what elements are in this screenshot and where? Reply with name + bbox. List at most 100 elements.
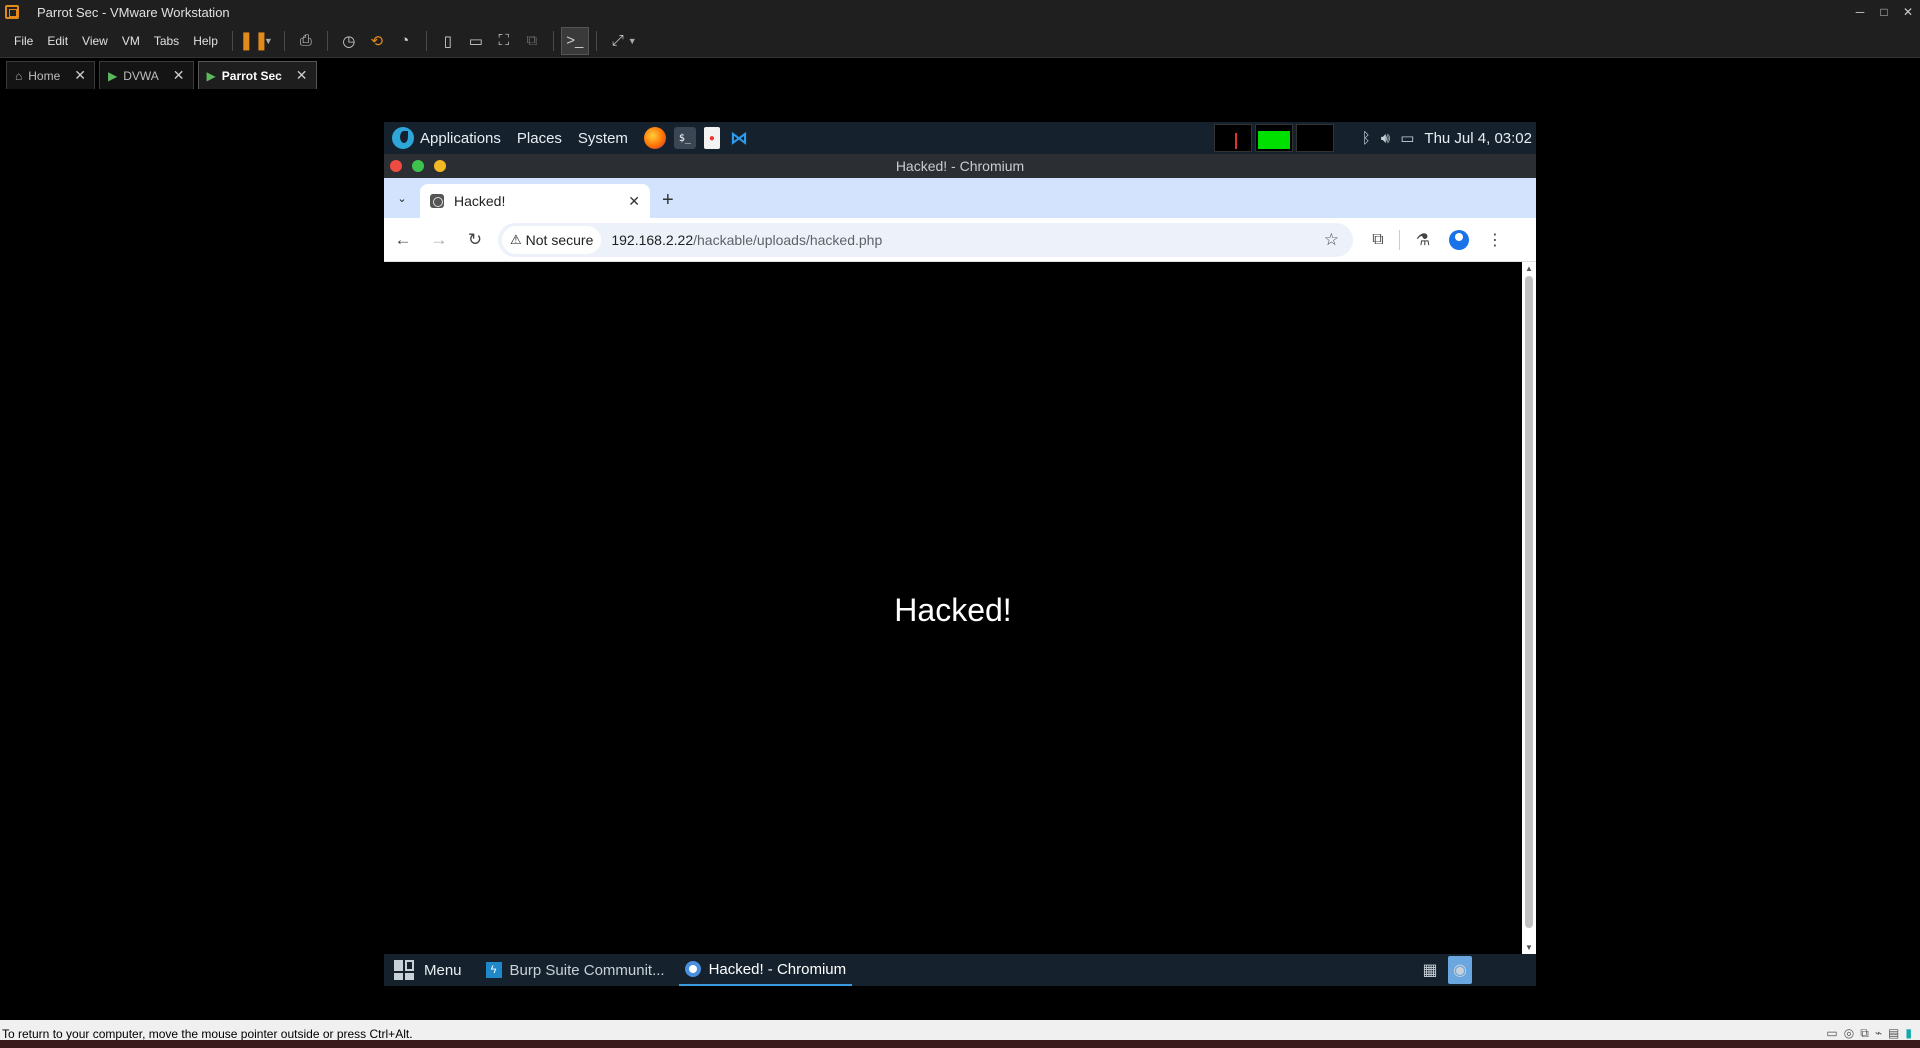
profile-icon[interactable] — [1442, 223, 1476, 257]
reload-icon[interactable]: ↻ — [458, 223, 492, 257]
device-status-icons: ▭ ◎ ⧉ ⌁ ▤ ▮ — [1826, 1026, 1912, 1041]
firefox-icon[interactable] — [643, 127, 666, 149]
address-bar[interactable]: ⚠ Not secure 192.168.2.22/hackable/uploa… — [498, 222, 1353, 257]
chromium-window-title: Hacked! - Chromium — [895, 158, 1025, 174]
new-tab-icon[interactable]: + — [662, 189, 674, 212]
chromium-window: Hacked! - Chromium ⌄ Hacked! ✕ + ← → ↻ ⚠… — [384, 154, 1536, 954]
url-path: /hackable/uploads/hacked.php — [693, 231, 883, 248]
taskbar-item-label: Hacked! - Chromium — [708, 960, 847, 978]
bluetooth-icon[interactable]: ᛒ — [1362, 130, 1371, 147]
window-title: Parrot Sec - VMware Workstation — [37, 4, 230, 20]
vm-tab-bar: ⌂ Home ✕ ▶ DVWA ✕ ▶ Parrot Sec ✕ — [0, 59, 1920, 95]
tab-dvwa[interactable]: ▶ DVWA ✕ — [99, 61, 194, 89]
tab-label: DVWA — [123, 68, 159, 83]
vscode-icon[interactable]: ⋈ — [728, 127, 750, 149]
vm-running-icon: ▶ — [206, 68, 216, 83]
scroll-down-icon[interactable]: ▼ — [1525, 943, 1533, 952]
printer-icon[interactable]: ▤ — [1888, 1026, 1899, 1041]
security-indicator[interactable]: ⚠ Not secure — [502, 225, 602, 254]
chromium-icon — [684, 961, 701, 977]
close-tab-icon[interactable]: ✕ — [173, 67, 185, 84]
menu-vm[interactable]: VM — [115, 34, 147, 48]
network-monitor[interactable] — [1295, 124, 1334, 152]
usb-icon[interactable]: ⌁ — [1875, 1026, 1882, 1041]
cd-dvd-icon[interactable]: ◎ — [1844, 1026, 1854, 1041]
terminal-icon[interactable]: $_ — [673, 127, 696, 149]
parrot-logo-icon[interactable] — [392, 127, 414, 149]
page-heading: Hacked! — [894, 592, 1012, 628]
memory-monitor[interactable] — [1254, 124, 1293, 152]
forward-icon[interactable]: → — [422, 223, 456, 257]
home-icon: ⌂ — [15, 68, 23, 83]
vertical-scrollbar[interactable]: ▲ ▼ — [1522, 262, 1536, 954]
show-library-icon[interactable]: ▯ — [434, 27, 462, 55]
toolbar-separator — [283, 30, 285, 51]
maximize-window-icon[interactable] — [412, 160, 424, 172]
network-adapter-icon[interactable]: ⧉ — [1860, 1026, 1869, 1041]
url-text[interactable]: 192.168.2.22/hackable/uploads/hacked.php — [611, 232, 882, 248]
snapshot-icon[interactable]: ◷ — [335, 27, 363, 55]
clock[interactable]: Thu Jul 4, 03:02 — [1424, 130, 1532, 147]
taskbar-menu-button[interactable]: Menu — [424, 962, 462, 979]
text-editor-icon[interactable]: ● — [703, 127, 720, 149]
menu-tabs[interactable]: Tabs — [147, 34, 186, 48]
menu-file[interactable]: File — [0, 34, 40, 48]
chromium-tabstrip: ⌄ Hacked! ✕ + — [384, 178, 1536, 218]
labs-flask-icon[interactable]: ⚗ — [1406, 223, 1440, 257]
full-screen-icon[interactable]: ⛶ — [490, 27, 518, 55]
send-ctrl-alt-del-icon[interactable]: ⎙ — [292, 27, 320, 55]
vmware-titlebar: Parrot Sec - VMware Workstation ─ □ ✕ — [0, 0, 1920, 24]
revert-snapshot-icon[interactable]: ⟲ — [363, 27, 391, 55]
menu-grid-icon[interactable] — [394, 960, 414, 980]
messages-icon[interactable]: ▮ — [1905, 1026, 1912, 1041]
hard-disk-icon[interactable]: ▭ — [1826, 1026, 1837, 1041]
taskbar-item-burp[interactable]: ϟ Burp Suite Communit... — [480, 954, 671, 986]
guest-display[interactable]: Applications Places System $_ ● ⋈ ᛒ 🔊︎ ▭… — [384, 122, 1536, 986]
close-window-icon[interactable] — [390, 160, 402, 172]
browser-tab[interactable]: Hacked! ✕ — [420, 184, 650, 218]
unity-icon[interactable]: ⧉ — [518, 27, 546, 55]
menu-help[interactable]: Help — [186, 34, 225, 48]
page-viewport[interactable]: Hacked! ▲ ▼ — [384, 262, 1536, 954]
tab-parrot-sec[interactable]: ▶ Parrot Sec ✕ — [197, 61, 317, 89]
menu-system[interactable]: System — [578, 130, 628, 147]
more-menu-icon[interactable]: ⋮ — [1478, 223, 1512, 257]
toolbar-separator — [595, 30, 597, 51]
workspace-2-icon[interactable]: ◉ — [1448, 956, 1472, 984]
taskbar-item-chromium[interactable]: Hacked! - Chromium — [678, 954, 853, 986]
toolbar-separator — [326, 30, 328, 51]
scrollbar-thumb[interactable] — [1525, 276, 1533, 928]
menu-applications[interactable]: Applications — [420, 130, 501, 147]
avatar — [1449, 229, 1469, 250]
stretch-dropdown-icon[interactable]: ▼ — [628, 36, 637, 46]
maximize-icon[interactable]: □ — [1872, 0, 1896, 24]
tab-home[interactable]: ⌂ Home ✕ — [6, 61, 95, 89]
back-icon[interactable]: ← — [386, 223, 420, 257]
workspace-1-icon[interactable]: ▦ — [1418, 956, 1442, 984]
chromium-titlebar[interactable]: Hacked! - Chromium — [384, 154, 1536, 178]
parrot-top-panel: Applications Places System $_ ● ⋈ ᛒ 🔊︎ ▭… — [384, 122, 1536, 154]
cpu-monitor[interactable] — [1213, 124, 1252, 152]
close-icon[interactable]: ✕ — [1896, 0, 1920, 24]
thumbnail-bar-icon[interactable]: ▭ — [462, 27, 490, 55]
scroll-up-icon[interactable]: ▲ — [1525, 264, 1533, 273]
menu-view[interactable]: View — [75, 34, 115, 48]
menu-places[interactable]: Places — [517, 130, 562, 147]
menu-edit[interactable]: Edit — [40, 34, 75, 48]
console-view-icon[interactable]: >_ — [560, 26, 589, 55]
extensions-icon[interactable]: ⧉ — [1361, 223, 1395, 257]
close-tab-icon[interactable]: ✕ — [628, 193, 640, 210]
close-tab-icon[interactable]: ✕ — [74, 67, 86, 84]
volume-icon[interactable]: 🔊︎ — [1381, 130, 1390, 147]
security-label: Not secure — [525, 231, 594, 248]
browser-tab-title: Hacked! — [454, 193, 506, 209]
minimize-window-icon[interactable] — [434, 160, 446, 172]
tab-search-icon[interactable]: ⌄ — [390, 186, 414, 210]
bookmark-star-icon[interactable]: ☆ — [1324, 230, 1339, 250]
pause-dropdown-icon[interactable]: ▼ — [264, 36, 273, 46]
snapshot-manager-icon[interactable]: ◔ — [391, 27, 419, 55]
minimize-icon[interactable]: ─ — [1848, 0, 1872, 24]
notification-icon[interactable]: ▭ — [1400, 129, 1414, 147]
host-taskbar-strip — [0, 1040, 1920, 1048]
close-tab-icon[interactable]: ✕ — [296, 67, 308, 84]
